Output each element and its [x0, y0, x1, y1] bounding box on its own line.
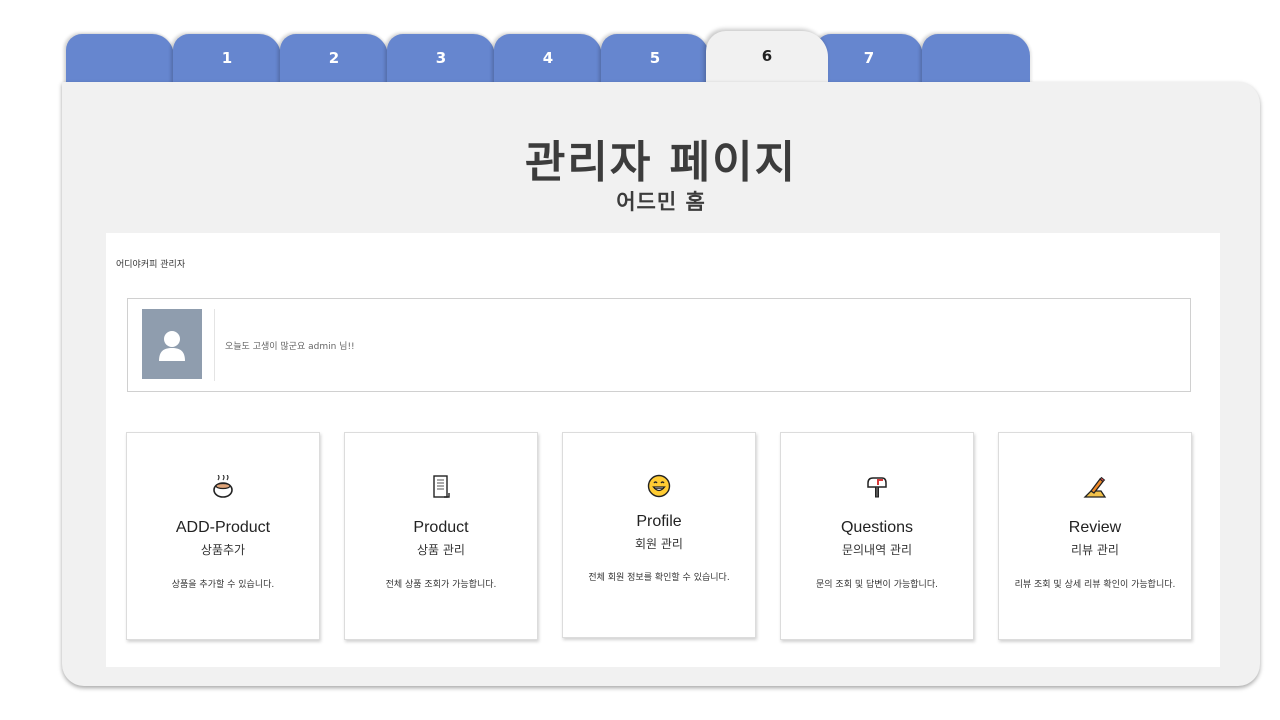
divider	[214, 309, 215, 381]
card-subtitle: 문의내역 관리	[841, 543, 913, 557]
grinning-face-icon	[647, 474, 671, 498]
brand-label: 어디야커피 관리자	[116, 260, 186, 270]
card-description: 문의 조회 및 답변이 가능합니다.	[816, 580, 938, 590]
card-title: Review	[1068, 519, 1122, 536]
card-title: Product	[413, 519, 469, 536]
document-icon	[433, 475, 450, 498]
pencil-icon	[1083, 476, 1107, 498]
card-description: 상품을 추가할 수 있습니다.	[171, 580, 275, 590]
welcome-message: 오늘도 고생이 많군요 admin 님!!	[225, 342, 355, 352]
content-area: 어디야커피 관리자 오늘도 고생이 많군요 admin 님!! ADD-Prod…	[106, 233, 1220, 667]
card-review[interactable]: Review 리뷰 관리 리뷰 조회 및 상세 리뷰 확인이 가능합니다.	[998, 432, 1192, 640]
main-panel: 관리자 페이지 어드민 홈 어디야커피 관리자 오늘도 고생이 많군요 admi…	[62, 82, 1260, 686]
card-description: 전체 회원 정보를 확인할 수 있습니다.	[588, 573, 730, 583]
card-product[interactable]: Product 상품 관리 전체 상품 조회가 가능합니다.	[344, 432, 538, 640]
page-title: 관리자 페이지	[524, 137, 798, 188]
coffee-cup-icon	[213, 475, 233, 498]
card-subtitle: 상품추가	[200, 543, 246, 557]
card-add-product[interactable]: ADD-Product 상품추가 상품을 추가할 수 있습니다.	[126, 432, 320, 640]
card-questions[interactable]: Questions 문의내역 관리 문의 조회 및 답변이 가능합니다.	[780, 432, 974, 640]
avatar	[142, 309, 202, 379]
card-subtitle: 회원 관리	[635, 537, 683, 551]
user-silhouette-icon	[159, 331, 185, 361]
card-title: Questions	[840, 519, 914, 536]
welcome-box: 오늘도 고생이 많군요 admin 님!!	[127, 298, 1191, 392]
card-subtitle: 리뷰 관리	[1071, 543, 1119, 557]
page-subtitle: 어드민 홈	[616, 190, 706, 214]
card-description: 전체 상품 조회가 가능합니다.	[385, 580, 497, 590]
mailbox-icon	[867, 477, 887, 498]
card-title: ADD-Product	[175, 519, 271, 536]
card-title: Profile	[636, 513, 682, 530]
card-subtitle: 상품 관리	[417, 543, 465, 557]
card-description: 리뷰 조회 및 상세 리뷰 확인이 가능합니다.	[1014, 580, 1176, 590]
card-profile[interactable]: Profile 회원 관리 전체 회원 정보를 확인할 수 있습니다.	[562, 432, 756, 638]
